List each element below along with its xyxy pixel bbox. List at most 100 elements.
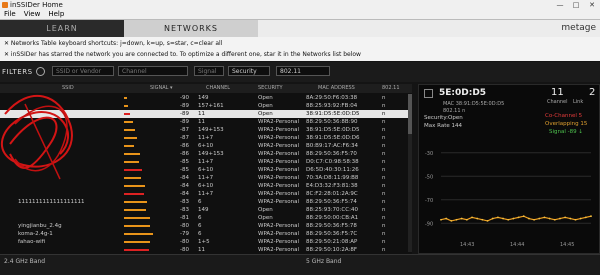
cell-channel: 149: [198, 207, 209, 213]
col-standard[interactable]: 802.11: [382, 84, 400, 93]
table-row[interactable]: fahao-wifi -80 1+5 WPA2-Personal 88:29:50:21…: [0, 238, 412, 246]
data-point: [455, 218, 458, 221]
table-row[interactable]: 1111111111111111111 -83 6 WPA2-Personal 88:2…: [0, 198, 412, 206]
cell-mac: 88:29:50:36:8B:90: [306, 119, 358, 125]
cell-security: WPA2-Personal: [258, 127, 300, 133]
cell-signal: -89: [180, 111, 189, 117]
cell-signal: -85: [180, 167, 189, 173]
star-icon[interactable]: [424, 89, 433, 98]
starred-notice[interactable]: ✕ inSSIDer has starred the network you a…: [4, 50, 361, 59]
cell-signal: -79: [180, 231, 189, 237]
signal-bar: [124, 233, 153, 235]
data-point: [533, 218, 536, 221]
maximize-button[interactable]: □: [570, 1, 582, 9]
band-5-label[interactable]: 5 GHz Band: [306, 258, 341, 265]
table-row[interactable]: yingjianbu_2.4g -80 6 WPA2-Personal 88:29:50…: [0, 222, 412, 230]
data-point: [522, 215, 525, 218]
signal-filter-input[interactable]: Signal: [194, 66, 224, 76]
table-row[interactable]: -81 6 Open 88:29:50:00:CB:A1 n: [0, 214, 412, 222]
cell-security: WPA2-Personal: [258, 119, 300, 125]
security-filter-select[interactable]: Security: [228, 66, 270, 76]
cell-security: WPA2-Personal: [258, 191, 300, 197]
cell-channel: 149+153: [198, 127, 224, 133]
signal-bar: [124, 249, 149, 251]
band-24-label[interactable]: 2.4 GHz Band: [4, 258, 45, 265]
window-titlebar: inSSIDer Home — □ ✕: [0, 0, 600, 10]
minimize-button[interactable]: —: [554, 1, 566, 9]
cell-channel: 11+7: [198, 175, 214, 181]
col-mac[interactable]: MAC ADDRESS: [318, 84, 355, 93]
cell-mac: 88:29:50:36:F5:70: [306, 151, 357, 157]
table-row[interactable]: koma-2.4g-1 -79 6 WPA2-Personal 88:29:50:36:…: [0, 230, 412, 238]
cell-signal: -83: [180, 199, 189, 205]
data-point: [507, 218, 510, 221]
cell-security: WPA2-Personal: [258, 231, 300, 237]
close-button[interactable]: ✕: [586, 1, 598, 9]
cell-std: n: [382, 127, 386, 133]
tab-networks[interactable]: NETWORKS: [124, 20, 258, 37]
tabs-bar: LEARN NETWORKS metage: [0, 20, 600, 37]
y-tick-label: -50: [425, 174, 433, 180]
cell-channel: 157+161: [198, 103, 224, 109]
window-title: inSSIDer Home: [10, 1, 63, 9]
data-point: [559, 217, 561, 220]
detail-link-value: 2: [589, 87, 596, 98]
cell-signal: -80: [180, 239, 189, 245]
brand-logo: metage: [561, 23, 596, 33]
cell-mac: 88:29:50:00:CB:A1: [306, 215, 359, 221]
y-tick-label: -70: [425, 198, 433, 204]
cell-signal: -86: [180, 143, 189, 149]
table-row[interactable]: -83 149 Open 88:25:93:70:CC:40 n: [0, 206, 412, 214]
close-filter-icon[interactable]: [36, 67, 45, 76]
cell-security: WPA2-Personal: [258, 135, 300, 141]
overlapping-count: Overlapping 15: [545, 121, 588, 127]
y-tick-label: -90: [425, 221, 433, 227]
shortcut-notice[interactable]: ✕ Networks Table keyboard shortcuts: j=d…: [4, 39, 222, 48]
cell-signal: -80: [180, 223, 189, 229]
cell-channel: 6: [198, 231, 202, 237]
menu-help[interactable]: Help: [48, 10, 64, 18]
data-point: [548, 217, 551, 220]
cell-channel: 149: [198, 95, 209, 101]
scrollbar-thumb[interactable]: [408, 94, 412, 134]
band-filter-select[interactable]: 802.11: [276, 66, 330, 76]
menu-file[interactable]: File: [4, 10, 16, 18]
cell-security: WPA2-Personal: [258, 175, 300, 181]
cell-signal: -89: [180, 103, 189, 109]
data-point: [450, 220, 453, 222]
cell-channel: 6+10: [198, 143, 214, 149]
cell-security: WPA2-Personal: [258, 151, 300, 157]
data-point: [502, 217, 504, 220]
data-point: [553, 218, 556, 221]
cell-std: n: [382, 159, 386, 165]
table-row[interactable]: -80 11 WPA2-Personal 88:29:50:10:2A:8F n: [0, 246, 412, 254]
cell-security: WPA2-Personal: [258, 239, 300, 245]
cell-channel: 11: [198, 247, 205, 253]
tab-learn[interactable]: LEARN: [0, 20, 124, 37]
cell-mac: 70:3A:D8:11:99:B8: [306, 175, 359, 181]
app-logo-icon: [2, 2, 8, 8]
cell-ssid: koma-2.4g-1: [18, 231, 53, 237]
cell-security: Open: [258, 207, 273, 213]
menu-view[interactable]: View: [24, 10, 41, 18]
cell-security: WPA2-Personal: [258, 247, 300, 253]
channel-filter-input[interactable]: Channel: [118, 66, 188, 76]
cell-channel: 6: [198, 199, 202, 205]
cell-channel: 6: [198, 223, 202, 229]
col-channel[interactable]: CHANNEL: [206, 84, 230, 93]
x-tick-label: 14:45: [560, 242, 574, 248]
table-scrollbar[interactable]: [408, 94, 412, 252]
ssid-filter-input[interactable]: SSID or Vendor: [52, 66, 114, 76]
signal-chart: -30 -50 -70 -90 14:43 14:44 14:45: [425, 151, 592, 248]
cell-security: WPA2-Personal: [258, 223, 300, 229]
cell-security: WPA2-Personal: [258, 143, 300, 149]
detail-maxrate: Max Rate 144: [424, 123, 462, 129]
data-point: [512, 217, 515, 220]
cochannel-count: Co-Channel 5: [545, 113, 583, 119]
cell-std: n: [382, 191, 386, 197]
cell-security: Open: [258, 95, 273, 101]
cell-signal: -84: [180, 175, 189, 181]
cell-mac: 88:29:50:21:08:AP: [306, 239, 358, 245]
col-signal[interactable]: SIGNAL ▾: [150, 84, 173, 93]
col-security[interactable]: SECURITY: [258, 84, 283, 93]
